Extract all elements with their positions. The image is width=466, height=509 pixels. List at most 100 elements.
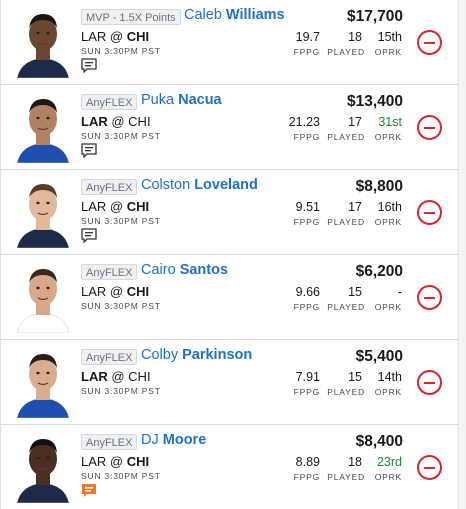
player-headshot[interactable]	[13, 176, 73, 248]
player-first-name: Colston	[141, 177, 191, 193]
oprk-value: 31st	[378, 115, 402, 129]
matchup-at: @	[109, 29, 124, 44]
game-matchup: LAR @ CHI	[81, 114, 151, 129]
player-team: LAR	[81, 369, 108, 384]
played-value: 17	[348, 200, 362, 214]
news-alert-icon[interactable]	[81, 483, 97, 498]
roster-slot-badge: AnyFLEX	[81, 264, 138, 280]
matchup-at: @	[109, 199, 124, 214]
played-value: 18	[348, 455, 362, 469]
player-team: LAR	[81, 29, 107, 44]
player-last-name: Nacua	[178, 92, 222, 108]
player-headshot[interactable]	[13, 261, 73, 333]
matchup-at: @	[109, 454, 124, 469]
player-headshot[interactable]	[13, 346, 73, 418]
game-time: SUN 3:30PM PST	[81, 46, 161, 56]
roster-slot-badge: AnyFLEX	[81, 179, 138, 195]
roster-slot-badge: AnyFLEX	[81, 349, 138, 365]
player-row[interactable]: AnyFLEX Cairo Santos LAR @ CHI SUN 3:30PM P…	[1, 255, 459, 340]
fppg-label: FPPG	[293, 132, 320, 142]
oprk-value: -	[397, 285, 402, 299]
fppg-label: FPPG	[293, 47, 320, 57]
remove-player-button[interactable]	[417, 200, 442, 225]
note-icon[interactable]	[81, 143, 97, 158]
player-first-name: DJ	[141, 432, 159, 448]
opponent-team: CHI	[128, 114, 151, 129]
played-label: PLAYED	[327, 302, 365, 312]
played-value: 18	[348, 30, 362, 44]
player-name-link[interactable]: DJ Moore	[141, 432, 206, 448]
oprk-value: 23rd	[376, 455, 402, 469]
game-time: SUN 3:30PM PST	[81, 216, 161, 226]
player-row[interactable]: AnyFLEX Colby Parkinson LAR @ CHI SUN 3:30P…	[1, 340, 459, 425]
player-name-link[interactable]: Colby Parkinson	[141, 347, 252, 363]
player-team: LAR	[81, 114, 108, 129]
player-salary: $8,400	[355, 433, 403, 450]
player-first-name: Cairo	[141, 262, 176, 278]
scrollbar[interactable]	[458, 0, 466, 509]
player-salary: $6,200	[355, 263, 403, 280]
opponent-team: CHI	[126, 284, 150, 299]
player-row[interactable]: AnyFLEX Puka Nacua LAR @ CHI SUN 3:30PM PST…	[1, 85, 459, 170]
player-headshot[interactable]	[13, 431, 73, 503]
note-icon[interactable]	[81, 228, 97, 243]
player-first-name: Caleb	[184, 7, 222, 23]
remove-player-button[interactable]	[417, 30, 442, 55]
player-salary: $8,800	[355, 178, 403, 195]
player-team: LAR	[81, 199, 107, 214]
remove-player-button[interactable]	[417, 285, 442, 310]
player-team: LAR	[81, 284, 107, 299]
player-row[interactable]: AnyFLEX Colston Loveland LAR @ CHI SUN 3:30…	[1, 170, 459, 255]
matchup-at: @	[111, 369, 125, 384]
played-value: 17	[348, 115, 362, 129]
oprk-label: OPRK	[374, 47, 402, 57]
player-first-name: Colby	[141, 347, 179, 363]
game-matchup: LAR @ CHI	[81, 284, 149, 299]
note-icon[interactable]	[81, 58, 97, 73]
player-name-link[interactable]: Caleb Williams	[184, 7, 285, 23]
player-headshot[interactable]	[13, 6, 73, 78]
player-name-link[interactable]: Colston Loveland	[141, 177, 258, 193]
fppg-value: 7.91	[295, 370, 320, 384]
roster-slot-badge: MVP - 1.5X Points	[81, 9, 181, 25]
game-matchup: LAR @ CHI	[81, 454, 149, 469]
player-name-link[interactable]: Cairo Santos	[141, 262, 228, 278]
oprk-label: OPRK	[374, 472, 402, 482]
lineup-roster-list: MVP - 1.5X Points Caleb Williams LAR @ CHI…	[0, 0, 466, 509]
roster-slot-badge: AnyFLEX	[81, 94, 138, 110]
oprk-label: OPRK	[374, 217, 402, 227]
opponent-team: CHI	[126, 199, 150, 214]
played-label: PLAYED	[327, 47, 365, 57]
opponent-team: CHI	[128, 369, 151, 384]
game-time: SUN 3:30PM PST	[81, 301, 161, 311]
played-label: PLAYED	[327, 132, 365, 142]
remove-player-button[interactable]	[417, 370, 442, 395]
remove-player-button[interactable]	[417, 115, 442, 140]
player-team: LAR	[81, 454, 107, 469]
fppg-value: 21.23	[288, 115, 320, 129]
played-label: PLAYED	[327, 217, 365, 227]
player-salary: $17,700	[346, 8, 403, 25]
played-value: 15	[348, 370, 362, 384]
game-time: SUN 3:30PM PST	[81, 131, 161, 141]
player-salary: $5,400	[355, 348, 403, 365]
fppg-value: 8.89	[295, 455, 320, 469]
game-matchup: LAR @ CHI	[81, 29, 149, 44]
played-label: PLAYED	[327, 472, 365, 482]
player-row[interactable]: AnyFLEX DJ Moore LAR @ CHI SUN 3:30PM PST $8…	[1, 425, 459, 509]
game-matchup: LAR @ CHI	[81, 369, 151, 384]
player-name-link[interactable]: Puka Nacua	[141, 92, 222, 108]
matchup-at: @	[109, 284, 124, 299]
remove-player-button[interactable]	[417, 455, 442, 480]
opponent-team: CHI	[126, 454, 150, 469]
player-last-name: Parkinson	[182, 347, 253, 363]
fppg-value: 19.7	[295, 30, 320, 44]
oprk-value: 15th	[377, 30, 402, 44]
matchup-at: @	[111, 114, 125, 129]
player-headshot[interactable]	[13, 91, 73, 163]
player-row[interactable]: MVP - 1.5X Points Caleb Williams LAR @ CHI…	[1, 0, 459, 85]
player-last-name: Moore	[162, 432, 207, 448]
oprk-label: OPRK	[374, 132, 402, 142]
oprk-value: 14th	[377, 370, 402, 384]
player-last-name: Santos	[179, 262, 229, 278]
